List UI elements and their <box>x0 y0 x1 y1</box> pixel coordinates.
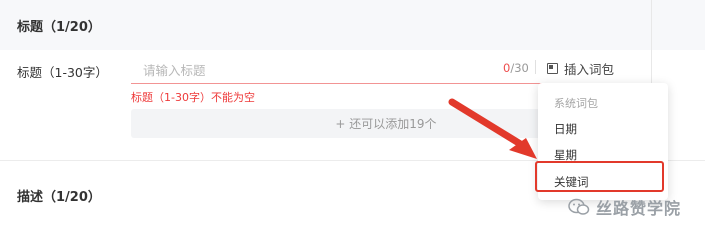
wechat-icon <box>568 198 590 215</box>
watermark: 丝路赞学院 <box>568 195 681 219</box>
arrow-shaft <box>448 98 526 149</box>
watermark-text: 丝路赞学院 <box>596 199 682 218</box>
